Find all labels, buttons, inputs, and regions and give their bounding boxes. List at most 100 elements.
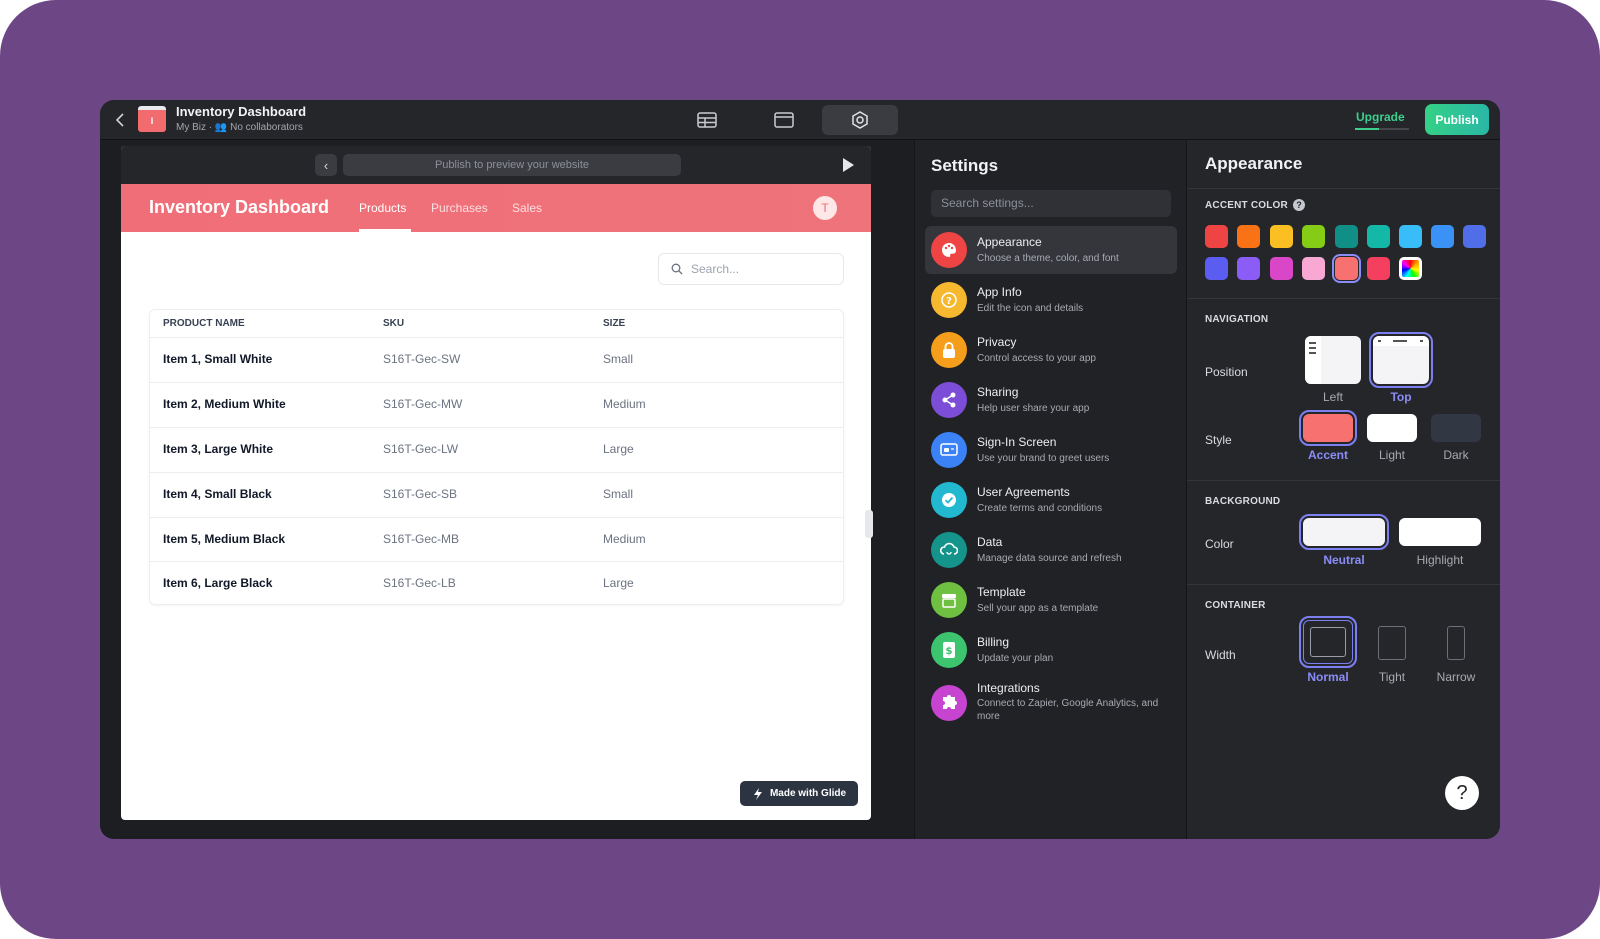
product-size: Small	[603, 352, 634, 366]
tab-products[interactable]: Products	[359, 201, 406, 215]
settings-item-title: Sign-In Screen	[977, 435, 1057, 449]
table-icon[interactable]	[669, 105, 745, 135]
search-input[interactable]: Search...	[658, 253, 844, 285]
product-name: Item 2, Medium White	[163, 397, 286, 411]
settings-item-billing[interactable]: $ Billing Update your plan	[925, 626, 1177, 674]
accent-swatch-pink[interactable]	[1302, 257, 1325, 280]
container-width-tight-option[interactable]	[1367, 620, 1417, 664]
settings-item-desc: Use your brand to greet users	[977, 453, 1110, 464]
nav-position-top-option[interactable]	[1369, 332, 1433, 388]
nav-style-light-option[interactable]	[1367, 414, 1417, 442]
play-icon[interactable]	[843, 158, 854, 172]
table-row[interactable]: Item 4, Small Black S16T-Gec-SB Small	[150, 472, 843, 517]
tab-sales[interactable]: Sales	[512, 201, 542, 215]
settings-item-title: App Info	[977, 285, 1022, 299]
settings-item-privacy[interactable]: Privacy Control access to your app	[925, 326, 1177, 374]
product-sku: S16T-Gec-SB	[383, 487, 458, 501]
preview-toolbar: ‹ Publish to preview your website	[121, 146, 871, 184]
product-name: Item 6, Large Black	[163, 576, 273, 590]
settings-item-template[interactable]: Template Sell your app as a template	[925, 576, 1177, 624]
settings-search-input[interactable]: Search settings...	[931, 190, 1171, 217]
divider	[1187, 584, 1500, 585]
appearance-title: Appearance	[1205, 154, 1303, 173]
upgrade-progress	[1355, 128, 1409, 130]
nav-style-dark-option[interactable]	[1431, 414, 1481, 442]
container-width-normal-option[interactable]	[1299, 616, 1357, 668]
settings-item-desc: Edit the icon and details	[977, 303, 1084, 314]
resize-handle[interactable]	[865, 510, 873, 538]
accent-swatch-royal-blue[interactable]	[1463, 225, 1486, 248]
accent-swatch-red[interactable]	[1205, 225, 1228, 248]
settings-item-integrations[interactable]: Integrations Connect to Zapier, Google A…	[925, 676, 1177, 730]
share-icon	[931, 382, 967, 418]
accent-swatch-orange[interactable]	[1237, 225, 1260, 248]
table-row[interactable]: Item 2, Medium White S16T-Gec-MW Medium	[150, 382, 843, 427]
background-highlight-option[interactable]	[1399, 518, 1481, 546]
palette-icon	[931, 232, 967, 268]
divider	[1187, 298, 1500, 299]
background-highlight-caption: Highlight	[1416, 553, 1464, 567]
accent-swatch-custom[interactable]	[1399, 257, 1422, 280]
settings-item-sharing[interactable]: Sharing Help user share your app	[925, 376, 1177, 424]
settings-item-data[interactable]: Data Manage data source and refresh	[925, 526, 1177, 574]
sign-in-icon	[931, 432, 967, 468]
product-size: Medium	[603, 397, 646, 411]
settings-item-title: Data	[977, 535, 1003, 549]
settings-item-user-agreements[interactable]: User Agreements Create terms and conditi…	[925, 476, 1177, 524]
preview-url-bar[interactable]: Publish to preview your website	[343, 154, 681, 176]
divider	[1187, 480, 1500, 481]
accent-swatch-coral[interactable]	[1332, 254, 1361, 283]
publish-button[interactable]: Publish	[1425, 104, 1489, 135]
background-neutral-option[interactable]	[1299, 514, 1389, 550]
column-header-sku[interactable]: SKU	[383, 310, 404, 338]
active-tab-indicator	[359, 229, 411, 232]
container-width-narrow-option[interactable]	[1431, 620, 1481, 664]
accent-swatch-teal-dark[interactable]	[1335, 225, 1358, 248]
product-size: Large	[603, 576, 634, 590]
column-header-product-name[interactable]: PRODUCT NAME	[163, 310, 245, 338]
settings-item-desc: Help user share your app	[977, 403, 1090, 414]
upgrade-button[interactable]: Upgrade	[1356, 110, 1405, 124]
nav-position-left-option[interactable]	[1305, 336, 1361, 384]
layout-icon[interactable]	[746, 105, 822, 135]
settings-item-appearance[interactable]: Appearance Choose a theme, color, and fo…	[925, 226, 1177, 274]
accent-swatch-fuchsia[interactable]	[1270, 257, 1293, 280]
settings-item-app-info[interactable]: ? App Info Edit the icon and details	[925, 276, 1177, 324]
app-subtitle: My Biz · 👥 No collaborators	[176, 122, 303, 133]
table-row[interactable]: Item 1, Small White S16T-Gec-SW Small	[150, 337, 843, 382]
accent-swatch-blue[interactable]	[1431, 225, 1454, 248]
table-row[interactable]: Item 6, Large Black S16T-Gec-LB Large	[150, 561, 843, 606]
help-button[interactable]: ?	[1445, 776, 1479, 810]
accent-swatch-indigo[interactable]	[1205, 257, 1228, 280]
settings-item-sign-in-screen[interactable]: Sign-In Screen Use your brand to greet u…	[925, 426, 1177, 474]
table-row[interactable]: Item 5, Medium Black S16T-Gec-MB Medium	[150, 517, 843, 562]
tab-purchases[interactable]: Purchases	[431, 201, 488, 215]
nav-style-accent-option[interactable]	[1299, 410, 1357, 446]
accent-swatch-sky[interactable]	[1399, 225, 1422, 248]
info-icon: ?	[931, 282, 967, 318]
app-thumbnail[interactable]: I	[138, 106, 166, 132]
settings-icon[interactable]	[822, 105, 898, 135]
appearance-panel: Appearance ACCENT COLOR ? NAVIGATION Pos…	[1186, 140, 1500, 839]
accent-swatch-violet[interactable]	[1237, 257, 1260, 280]
help-circle-icon[interactable]: ?	[1293, 199, 1305, 211]
settings-panel: Settings Search settings... Appearance C…	[914, 140, 1186, 839]
accent-swatch-lime[interactable]	[1302, 225, 1325, 248]
settings-title: Settings	[931, 156, 999, 175]
accent-swatch-yellow[interactable]	[1270, 225, 1293, 248]
back-icon[interactable]	[110, 110, 130, 130]
avatar[interactable]: T	[813, 196, 837, 220]
settings-item-desc: Manage data source and refresh	[977, 553, 1122, 564]
divider	[1187, 188, 1500, 189]
product-name: Item 5, Medium Black	[163, 532, 286, 546]
table-row[interactable]: Item 3, Large White S16T-Gec-LW Large	[150, 427, 843, 472]
accent-swatch-teal[interactable]	[1367, 225, 1390, 248]
column-header-size[interactable]: SIZE	[603, 310, 625, 338]
background-neutral-caption: Neutral	[1323, 553, 1365, 567]
product-name: Item 1, Small White	[163, 352, 273, 366]
made-with-glide-badge[interactable]: Made with Glide	[740, 781, 858, 806]
made-with-glide-label: Made with Glide	[769, 788, 847, 799]
container-width-label: Width	[1205, 648, 1236, 662]
chevron-left-icon[interactable]: ‹	[315, 154, 337, 176]
accent-swatch-rose[interactable]	[1367, 257, 1390, 280]
